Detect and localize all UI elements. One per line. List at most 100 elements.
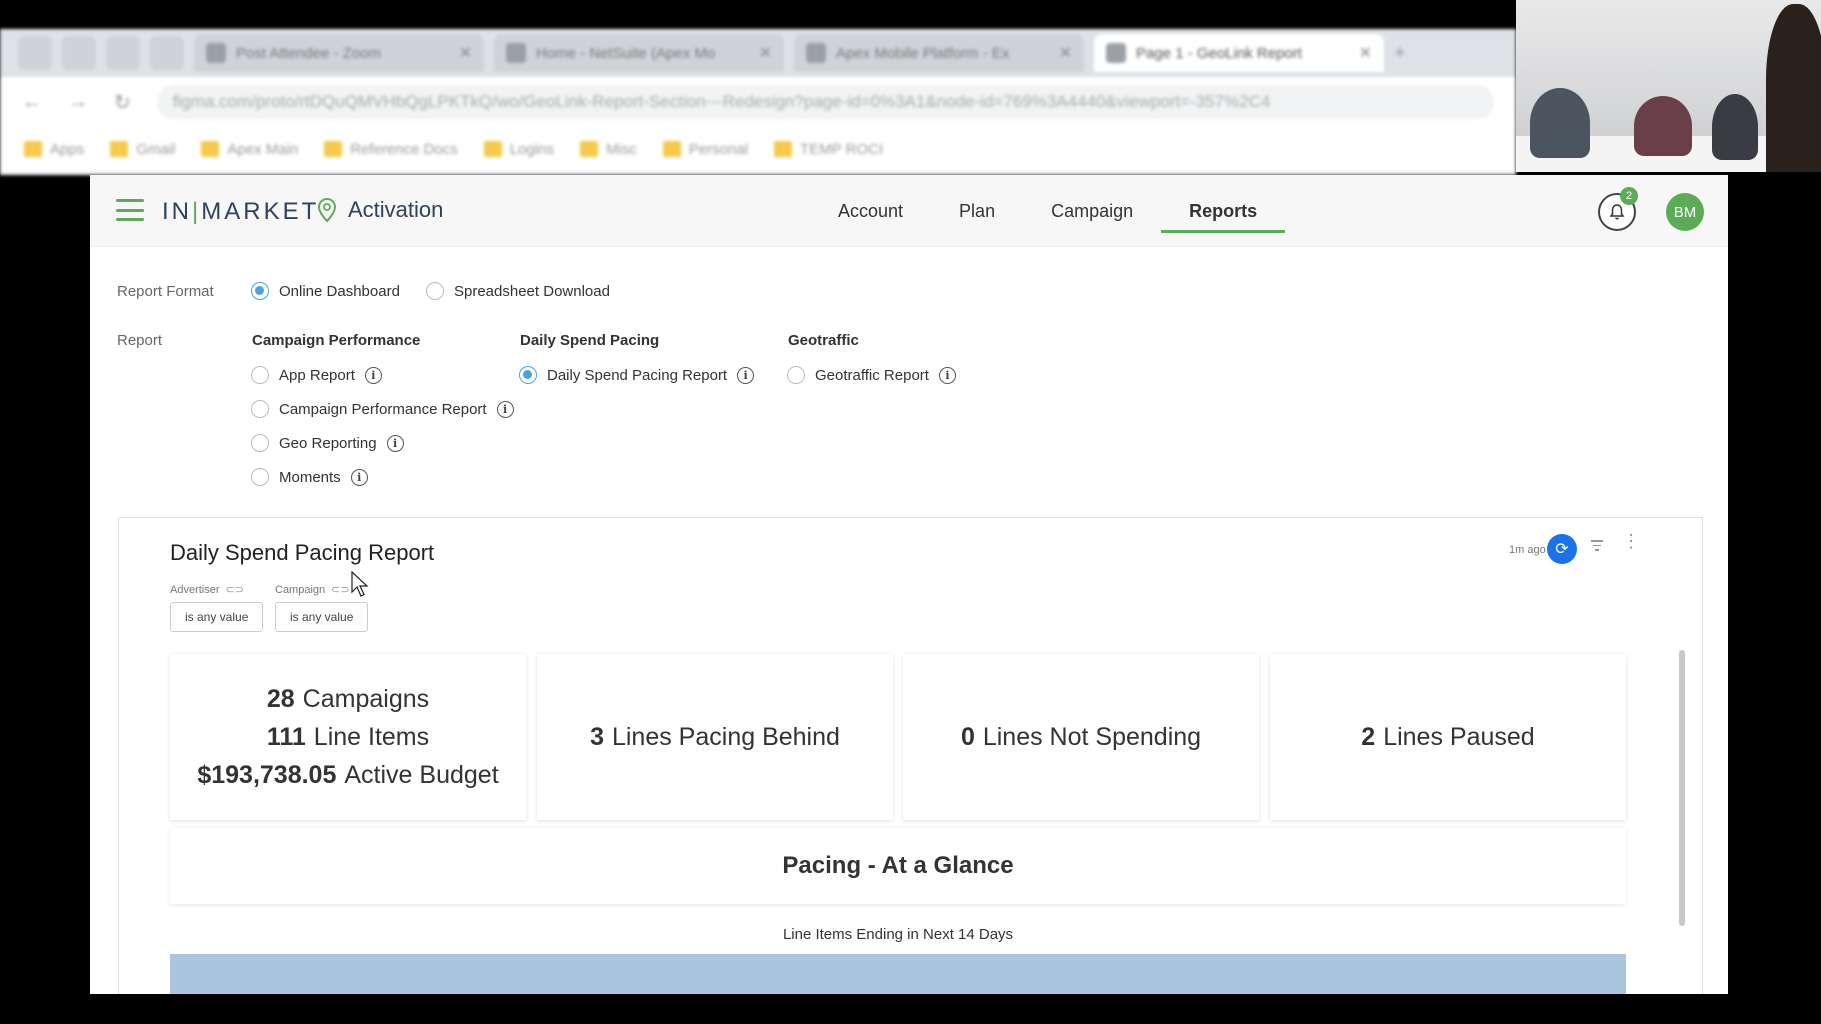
more-options-icon[interactable]: ⋮ [1622,532,1640,550]
report-daily-spend-pacing[interactable]: Daily Spend Pacing Report i [519,366,755,384]
stat-not-spending: 0 Lines Not Spending [961,718,1201,756]
stat-campaigns: 28 Campaigns [267,680,429,718]
refresh-icon[interactable]: ⟳ [1547,534,1577,564]
browser-chrome: Post Attendee - Zoom ✕ Home - NetSuite (A… [0,29,1516,175]
new-tab-icon[interactable]: + [1394,42,1406,65]
folder-icon [580,141,599,157]
tab-favicon-icon [506,43,526,63]
browser-tab[interactable]: Post Attendee - Zoom ✕ [194,34,484,72]
report-app-report[interactable]: App Report i [251,366,382,384]
back-icon[interactable]: ← [22,91,42,114]
nav-reports[interactable]: Reports [1161,175,1286,247]
tab-title: Apex Mobile Platform - Ex [836,44,1010,62]
radio-label: Campaign Performance Report [279,400,487,418]
info-icon[interactable]: i [350,468,368,486]
radio-label: Daily Spend Pacing Report [547,366,728,384]
url-text: figma.com/proto/rtDQuQMVHbQgLPKTkQ/wo/Ge… [172,92,1271,111]
report-geo-reporting[interactable]: Geo Reporting i [251,434,404,452]
stat-number: 0 [960,723,975,751]
user-avatar[interactable]: BM [1666,193,1704,231]
reload-icon[interactable]: ↻ [114,90,131,115]
tab-favicon-icon [206,43,226,63]
forward-icon[interactable]: → [68,91,88,114]
radio-button[interactable] [787,366,805,384]
report-geotraffic[interactable]: Geotraffic Report i [787,366,956,384]
radio-button-selected[interactable] [251,282,269,300]
folder-icon [201,141,220,157]
format-online-dashboard[interactable]: Online Dashboard [251,282,400,300]
nav-account[interactable]: Account [810,175,931,247]
location-pin-icon [317,197,337,223]
close-icon[interactable]: ✕ [1359,43,1372,63]
nav-campaign[interactable]: Campaign [1023,175,1161,247]
bookmarks-bar: Apps Gmail Apex Main Reference Docs Logi… [0,127,1516,171]
filter-label-text: Campaign [275,583,326,596]
scrollbar[interactable] [1679,650,1685,926]
main-nav: Account Plan Campaign Reports [810,175,1286,247]
info-icon[interactable]: i [938,366,956,384]
group-title-campaign-performance: Campaign Performance [252,332,421,349]
pinned-tab-gmail[interactable] [18,36,52,70]
notification-count-badge: 2 [1620,187,1638,205]
radio-button[interactable] [251,400,269,418]
bookmark-item[interactable]: Personal [662,141,748,158]
pinned-tab-app[interactable] [106,36,140,70]
radio-button[interactable] [426,282,444,300]
info-icon[interactable]: i [737,366,755,384]
paused-card: 2 Lines Paused [1270,654,1626,820]
advertiser-filter[interactable]: is any value [170,602,264,632]
stat-number: $193,738.05 [197,761,337,789]
close-icon[interactable]: ✕ [759,43,772,63]
nav-plan[interactable]: Plan [931,175,1023,247]
tab-favicon-icon [1106,43,1126,63]
report-moments[interactable]: Moments i [251,468,368,486]
tab-favicon-icon [806,43,826,63]
radio-button-selected[interactable] [519,366,537,384]
bookmark-item[interactable]: Apps [24,141,84,158]
radio-button[interactable] [251,434,269,452]
stat-label: Lines Paused [1383,723,1535,751]
menu-icon[interactable] [116,199,144,221]
bookmark-item[interactable]: Misc [580,141,637,158]
report-campaign-performance[interactable]: Campaign Performance Report i [251,400,514,418]
browser-tab-active[interactable]: Page 1 - GeoLink Report ✕ [1094,34,1384,72]
info-icon[interactable]: i [496,400,514,418]
bookmark-item[interactable]: Apex Main [201,141,298,158]
format-spreadsheet-download[interactable]: Spreadsheet Download [426,282,610,300]
tab-title: Home - NetSuite (Apex Mo [536,44,716,62]
browser-tab[interactable]: Apex Mobile Platform - Ex ✕ [794,34,1084,72]
app-page: IN|MARKET Activation Account Plan Campai… [90,175,1728,994]
bookmark-label: Misc [606,140,637,158]
video-call-thumbnail [1516,0,1821,172]
tab-title: Page 1 - GeoLink Report [1136,44,1302,62]
bell-icon [1609,204,1625,220]
browser-tab[interactable]: Home - NetSuite (Apex Mo ✕ [494,34,784,72]
bookmark-item[interactable]: TEMP ROCI [774,141,883,158]
stat-number: 28 [266,685,295,713]
bookmark-item[interactable]: Logins [483,141,554,158]
radio-label: Spreadsheet Download [454,282,610,300]
logo-right: MARKET [201,198,320,225]
stat-number: 3 [590,723,604,751]
table-title: Line Items Ending in Next 14 Days [170,914,1626,954]
info-icon[interactable]: i [386,434,404,452]
address-input[interactable]: figma.com/proto/rtDQuQMVHbQgLPKTkQ/wo/Ge… [156,85,1494,119]
bookmark-item[interactable]: Gmail [110,141,175,158]
pacing-behind-card: 3 Lines Pacing Behind [537,654,893,820]
folder-icon [662,141,681,157]
bookmark-item[interactable]: Reference Docs [324,141,458,158]
stat-paused: 2 Lines Paused [1361,718,1534,756]
pinned-tab-drive[interactable] [62,36,96,70]
info-icon[interactable]: i [364,366,382,384]
filter-icon[interactable] [1591,540,1603,554]
group-title-daily-spend-pacing: Daily Spend Pacing [520,332,660,349]
mouse-cursor-icon [351,571,369,597]
radio-button[interactable] [251,468,269,486]
pinned-tab-sheets[interactable] [150,36,184,70]
bookmark-label: TEMP ROCI [800,140,884,158]
close-icon[interactable]: ✕ [1059,43,1072,63]
campaign-filter[interactable]: is any value [275,602,369,632]
radio-button[interactable] [251,366,269,384]
close-icon[interactable]: ✕ [459,43,472,63]
inmarket-logo[interactable]: IN|MARKET [162,198,319,226]
